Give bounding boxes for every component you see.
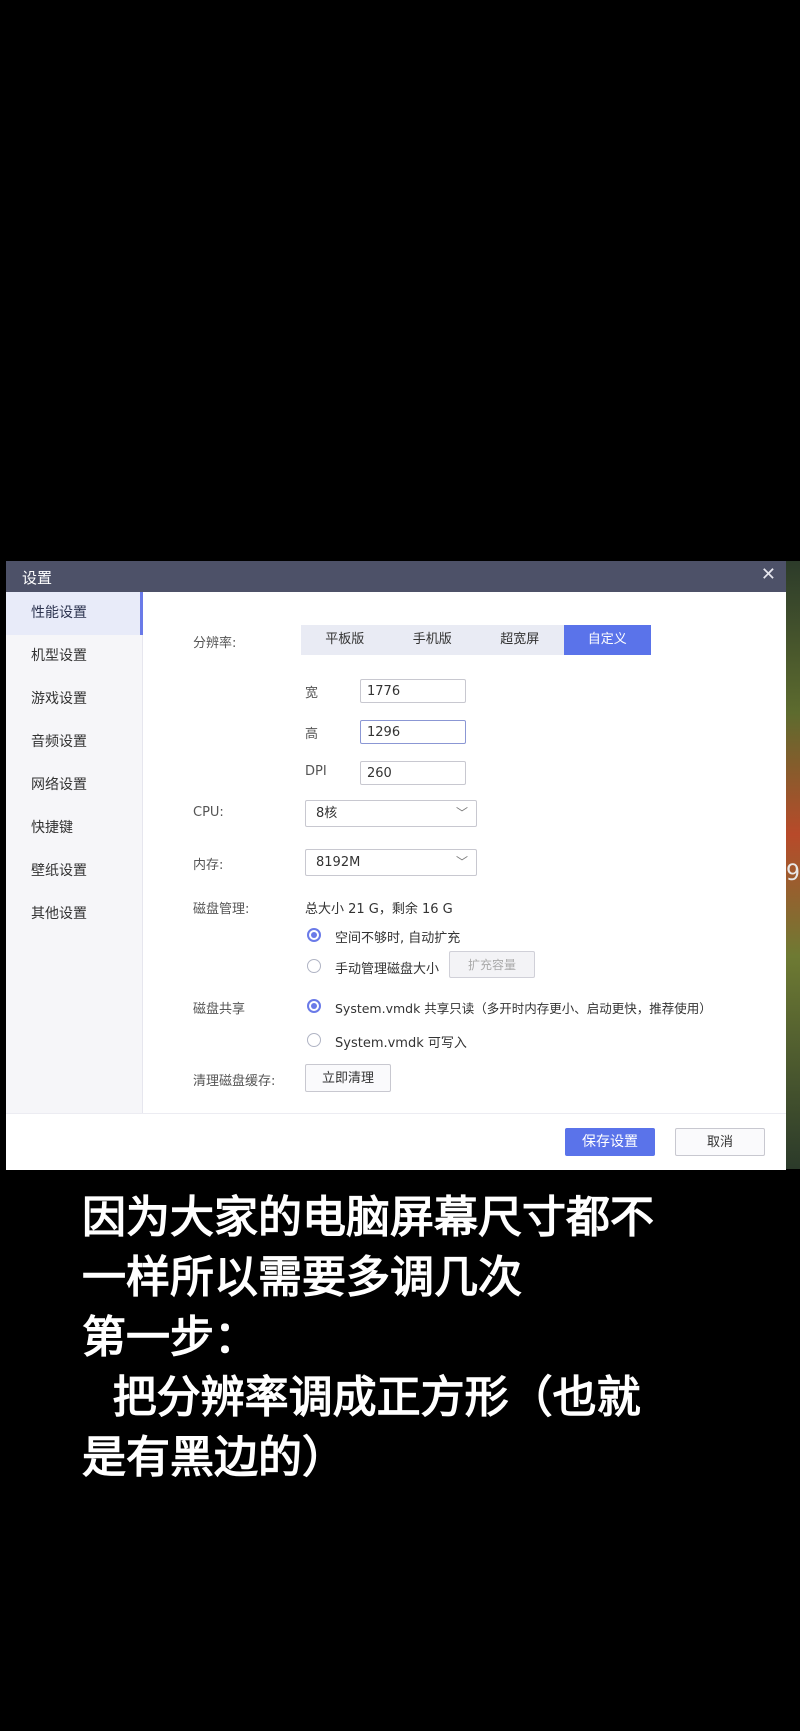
auto-expand-label: 空间不够时, 自动扩充 <box>335 931 461 946</box>
cancel-button[interactable]: 取消 <box>675 1128 765 1156</box>
sidebar-item-performance[interactable]: 性能设置 <box>6 592 143 635</box>
width-input[interactable]: 1776 <box>360 679 466 703</box>
sidebar-item-network[interactable]: 网络设置 <box>6 764 142 807</box>
sidebar-item-audio[interactable]: 音频设置 <box>6 721 142 764</box>
sidebar-item-other[interactable]: 其他设置 <box>6 893 142 936</box>
cpu-label: CPU: <box>193 805 224 820</box>
resolution-tablet-button[interactable]: 平板版 <box>301 625 389 655</box>
dpi-input[interactable]: 260 <box>360 761 466 785</box>
video-caption: 因为大家的电脑屏幕尺寸都不 一样所以需要多调几次 第一步： 把分辨率调成正方形（… <box>82 1192 654 1483</box>
sidebar-item-device-model[interactable]: 机型设置 <box>6 635 142 678</box>
cpu-select-value: 8核 <box>316 806 338 821</box>
height-input[interactable]: 1296 <box>360 720 466 744</box>
disk-summary: 总大小 21 G，剩余 16 G <box>305 902 453 917</box>
memory-label: 内存: <box>193 858 224 873</box>
sidebar-item-wallpaper[interactable]: 壁纸设置 <box>6 850 142 893</box>
disk-share-label: 磁盘共享 <box>193 1002 246 1017</box>
background-glyph: 9 <box>786 861 800 886</box>
resolution-label: 分辨率: <box>193 636 237 651</box>
width-label: 宽 <box>305 686 319 701</box>
clear-cache-label: 清理磁盘缓存: <box>193 1074 276 1089</box>
dialog-title: 设置 <box>22 569 53 587</box>
memory-select[interactable]: 8192M ﹀ <box>305 849 477 876</box>
resolution-selector: 平板版 手机版 超宽屏 自定义 <box>301 625 651 655</box>
expand-capacity-button[interactable]: 扩充容量 <box>449 951 535 978</box>
manual-disk-label: 手动管理磁盘大小 <box>335 962 440 977</box>
sidebar-item-game[interactable]: 游戏设置 <box>6 678 142 721</box>
memory-select-value: 8192M <box>316 855 361 870</box>
chevron-down-icon: ﹀ <box>455 855 468 869</box>
manual-disk-radio[interactable] <box>307 959 321 973</box>
dpi-label: DPI <box>305 764 327 779</box>
settings-content: 分辨率: 平板版 手机版 超宽屏 自定义 宽 1776 高 1296 DPI 2… <box>143 592 786 1113</box>
writable-share-label: System.vmdk 可写入 <box>335 1036 467 1051</box>
height-label: 高 <box>305 727 319 742</box>
dialog-titlebar: 设置 ✕ <box>6 561 786 592</box>
writable-share-radio[interactable] <box>307 1033 321 1047</box>
resolution-ultrawide-button[interactable]: 超宽屏 <box>476 625 564 655</box>
resolution-custom-button[interactable]: 自定义 <box>563 625 651 655</box>
close-icon[interactable]: ✕ <box>761 564 776 585</box>
background-game-strip: 9 <box>786 561 800 1169</box>
resolution-phone-button[interactable]: 手机版 <box>389 625 477 655</box>
cpu-select[interactable]: 8核 ﹀ <box>305 800 477 827</box>
chevron-down-icon: ﹀ <box>455 806 468 820</box>
readonly-share-radio[interactable] <box>307 999 321 1013</box>
auto-expand-radio[interactable] <box>307 928 321 942</box>
sidebar-item-shortcuts[interactable]: 快捷键 <box>6 807 142 850</box>
clear-cache-button[interactable]: 立即清理 <box>305 1064 391 1092</box>
settings-dialog: 设置 ✕ 性能设置 机型设置 游戏设置 音频设置 网络设置 快捷键 壁纸设置 其… <box>6 561 786 1170</box>
disk-label: 磁盘管理: <box>193 902 250 917</box>
save-settings-button[interactable]: 保存设置 <box>565 1128 655 1156</box>
readonly-share-label: System.vmdk 共享只读（多开时内存更小、启动更快，推荐使用） <box>335 1001 712 1016</box>
settings-sidebar: 性能设置 机型设置 游戏设置 音频设置 网络设置 快捷键 壁纸设置 其他设置 <box>6 592 143 1113</box>
dialog-footer: 保存设置 取消 <box>6 1113 786 1170</box>
